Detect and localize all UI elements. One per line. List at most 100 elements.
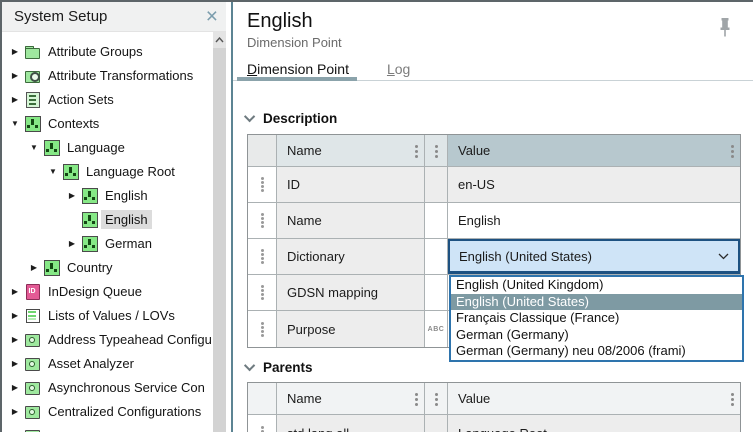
chevron-down-icon — [718, 253, 729, 260]
attr-value-cell[interactable]: English — [448, 203, 740, 239]
collapse-chevron-icon[interactable] — [244, 360, 255, 371]
expander-icon[interactable] — [28, 263, 40, 272]
tree-item-label: Asset Analyzer — [44, 354, 138, 373]
expander-icon[interactable] — [9, 95, 21, 104]
dropdown-option[interactable]: German (Germany) — [451, 327, 742, 344]
context-icon — [44, 260, 59, 275]
column-menu-icon[interactable] — [435, 144, 438, 157]
close-icon[interactable]: × — [206, 7, 218, 27]
drag-handle-icon[interactable] — [261, 425, 264, 432]
combobox-value: English (United States) — [459, 249, 592, 264]
tree-item-centralized-configurations[interactable]: Centralized Configurations — [2, 399, 226, 423]
tree-item-label: Attribute Groups — [44, 42, 147, 61]
config-icon — [25, 332, 40, 347]
column-menu-icon[interactable] — [415, 392, 418, 405]
name-column-header[interactable]: Name — [277, 383, 425, 415]
expander-icon[interactable] — [9, 335, 21, 344]
row-handle[interactable] — [248, 415, 277, 432]
row-handle[interactable] — [248, 239, 277, 275]
tree-item-asynchronous-service[interactable]: Asynchronous Service Con — [2, 375, 226, 399]
indesign-icon — [25, 284, 40, 299]
column-menu-icon[interactable] — [415, 144, 418, 157]
row-handle[interactable] — [248, 167, 277, 203]
tree-item-german[interactable]: German — [2, 231, 226, 255]
expander-icon[interactable] — [9, 359, 21, 368]
expander-icon[interactable] — [9, 71, 21, 80]
column-menu-icon[interactable] — [731, 392, 734, 405]
config-icon — [25, 380, 40, 395]
scrollbar[interactable] — [213, 32, 226, 432]
tab-dimension-point[interactable]: Dimension Point — [247, 61, 349, 77]
editor-content: Description Name Value ID en-US — [233, 81, 753, 432]
dropdown-option[interactable]: English (United States) — [451, 294, 742, 311]
scroll-up-button[interactable] — [213, 32, 226, 48]
expander-icon[interactable] — [66, 191, 78, 200]
tree-item-country[interactable]: Country — [2, 255, 226, 279]
row-handle[interactable] — [248, 311, 277, 347]
column-header-label: Name — [287, 143, 322, 158]
tree-item-english-1[interactable]: English — [2, 183, 226, 207]
value-column-header[interactable]: Value — [448, 383, 740, 415]
context-icon — [25, 116, 40, 131]
column-header-label: Value — [458, 143, 490, 158]
config-icon — [25, 428, 40, 432]
dictionary-combobox[interactable]: English (United States) — [448, 239, 740, 274]
tree-item-attribute-transformations[interactable]: Attribute Transformations — [2, 63, 226, 87]
tree-item-label: English — [101, 210, 152, 229]
tree-item-label: Action Sets — [44, 90, 118, 109]
tree-container: Attribute Groups Attribute Transformatio… — [2, 32, 226, 432]
expander-icon[interactable] — [9, 47, 21, 56]
tree-item-label: Contexts — [44, 114, 103, 133]
dropdown-option[interactable]: English (United Kingdom) — [451, 277, 742, 294]
expander-icon[interactable] — [9, 119, 21, 128]
tree-item-label: Language — [63, 138, 129, 157]
folder-icon — [25, 44, 40, 59]
tree-item-contexts[interactable]: Contexts — [2, 111, 226, 135]
expander-icon[interactable] — [66, 239, 78, 248]
attr-name-cell: std.lang.all — [277, 415, 425, 432]
pin-icon[interactable] — [719, 18, 731, 43]
tree-item-indesign-queue[interactable]: InDesign Queue — [2, 279, 226, 303]
drag-handle-icon[interactable] — [261, 176, 264, 193]
row-handle[interactable] — [248, 203, 277, 239]
expander-icon[interactable] — [9, 287, 21, 296]
drag-handle-icon[interactable] — [261, 321, 264, 338]
type-column-header[interactable] — [425, 383, 448, 415]
tree-item-asset-analyzer[interactable]: Asset Analyzer — [2, 351, 226, 375]
dropdown-option[interactable]: German (Germany) neu 08/2006 (frami) — [451, 343, 742, 360]
tab-log[interactable]: Log — [387, 61, 410, 77]
tree-item-language[interactable]: Language — [2, 135, 226, 159]
type-column-header[interactable] — [425, 135, 448, 167]
attr-type-cell — [425, 415, 448, 432]
dropdown-option[interactable]: Français Classique (France) — [451, 310, 742, 327]
row-handle[interactable] — [248, 275, 277, 311]
context-icon — [82, 188, 97, 203]
tree-item-attribute-groups[interactable]: Attribute Groups — [2, 39, 226, 63]
tree-item-label: German — [101, 234, 156, 253]
system-setup-panel: System Setup × Attribute Groups Attribut… — [2, 2, 226, 432]
expander-icon[interactable] — [9, 311, 21, 320]
context-icon — [82, 212, 97, 227]
drag-handle-icon[interactable] — [261, 284, 264, 301]
drag-handle-icon[interactable] — [261, 212, 264, 229]
tree-item-language-root[interactable]: Language Root — [2, 159, 226, 183]
expander-icon[interactable] — [47, 167, 59, 176]
tree-item-english-2-selected[interactable]: English — [2, 207, 226, 231]
collapse-chevron-icon[interactable] — [244, 111, 255, 122]
expander-icon[interactable] — [28, 143, 40, 152]
drag-handle-icon[interactable] — [261, 248, 264, 265]
attr-value-cell[interactable]: Language Root — [448, 415, 740, 432]
tree-item-cropped[interactable] — [2, 423, 226, 432]
column-menu-icon[interactable] — [435, 392, 438, 405]
value-column-header[interactable]: Value — [448, 135, 740, 167]
expander-icon[interactable] — [9, 383, 21, 392]
tree-item-lists-of-values[interactable]: Lists of Values / LOVs — [2, 303, 226, 327]
expander-icon[interactable] — [9, 407, 21, 416]
tree-item-address-typeahead[interactable]: Address Typeahead Configu — [2, 327, 226, 351]
name-column-header[interactable]: Name — [277, 135, 425, 167]
attr-value-cell[interactable]: en-US — [448, 167, 740, 203]
tree-item-action-sets[interactable]: Action Sets — [2, 87, 226, 111]
attr-type-cell — [425, 203, 448, 239]
column-menu-icon[interactable] — [731, 144, 734, 157]
column-header-label: Value — [458, 391, 490, 406]
